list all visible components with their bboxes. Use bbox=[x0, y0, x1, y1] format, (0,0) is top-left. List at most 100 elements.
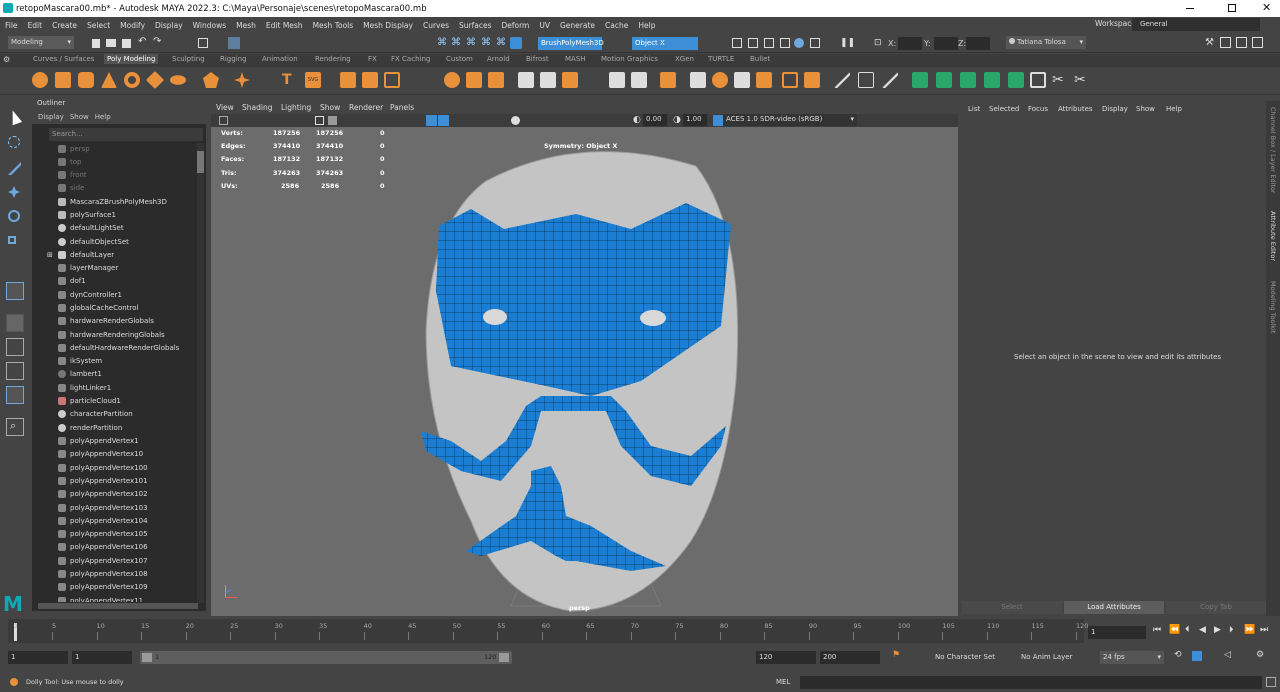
uv-layout-icon[interactable] bbox=[1030, 72, 1046, 88]
attribute-editor-icon[interactable] bbox=[1220, 37, 1231, 48]
open-scene-icon[interactable] bbox=[106, 39, 116, 47]
side-tab-attribute-editor[interactable]: Attribute Editor bbox=[1269, 211, 1277, 271]
snap-curve-icon[interactable]: ⌘ bbox=[451, 37, 461, 48]
move-tool-icon[interactable] bbox=[8, 186, 20, 198]
paint-select-tool-icon[interactable] bbox=[8, 162, 21, 175]
svg-tool-icon[interactable]: SVG bbox=[305, 72, 321, 88]
menu-cache[interactable]: Cache bbox=[605, 21, 628, 30]
outliner-item[interactable]: polyAppendVertex101 bbox=[32, 474, 194, 487]
shelf-tab-curves-surfaces[interactable]: Curves / Surfaces bbox=[33, 55, 94, 63]
outliner-item[interactable]: polyAppendVertex106 bbox=[32, 540, 194, 553]
new-scene-icon[interactable] bbox=[92, 39, 100, 48]
select-hierarchy-icon[interactable] bbox=[198, 38, 208, 48]
anim-prefs-icon[interactable]: ⚙ bbox=[1256, 650, 1264, 660]
attr-menu-attributes[interactable]: Attributes bbox=[1058, 105, 1093, 113]
collapse-icon[interactable] bbox=[756, 72, 772, 88]
extrude-icon[interactable] bbox=[609, 72, 625, 88]
menu-surfaces[interactable]: Surfaces bbox=[459, 21, 491, 30]
outliner-item[interactable]: hardwareRenderGlobals bbox=[32, 314, 194, 327]
menu-create[interactable]: Create bbox=[52, 21, 77, 30]
snap-surface-icon[interactable]: ⌘ bbox=[496, 37, 506, 48]
character-set-dropdown[interactable]: No Character Set bbox=[932, 651, 1002, 664]
quad-draw-icon[interactable] bbox=[734, 72, 750, 88]
start-time-field[interactable]: 1 bbox=[8, 651, 68, 664]
menu-edit[interactable]: Edit bbox=[28, 21, 43, 30]
exposure-icon[interactable]: ◐ bbox=[633, 115, 641, 125]
go-to-start-icon[interactable]: ⏮ bbox=[1153, 625, 1161, 635]
render-frame-icon[interactable] bbox=[732, 38, 742, 48]
shelf-tab-motion-graphics[interactable]: Motion Graphics bbox=[601, 55, 658, 63]
menu-display[interactable]: Display bbox=[155, 21, 183, 30]
outliner-item[interactable]: defaultLightSet bbox=[32, 221, 194, 234]
snap-grid-icon[interactable]: ⌘ bbox=[437, 37, 447, 48]
time-slider[interactable]: 1 5 10 15 20 25 30 35 40 45 50 55 60 65 70 75 80 85 90 95 1… bbox=[0, 619, 1280, 645]
go-to-end-icon[interactable]: ⏭ bbox=[1260, 625, 1268, 635]
x-field[interactable] bbox=[898, 37, 922, 50]
render-settings-icon[interactable] bbox=[764, 38, 774, 48]
step-forward-frame-icon[interactable]: ⏵ bbox=[1229, 625, 1234, 635]
viewport-menu-renderer[interactable]: Renderer bbox=[349, 103, 383, 112]
outliner-item[interactable]: polyAppendVertex102 bbox=[32, 487, 194, 500]
select-object-icon[interactable] bbox=[228, 37, 240, 49]
transform-mode-icon[interactable]: ⊡ bbox=[874, 38, 882, 48]
outliner-item[interactable]: renderPartition bbox=[32, 421, 194, 434]
multi-cut-icon[interactable] bbox=[690, 72, 706, 88]
insert-edge-loop-icon[interactable] bbox=[660, 72, 676, 88]
viewport-menu-view[interactable]: View bbox=[216, 103, 234, 112]
outliner-item[interactable]: hardwareRenderingGlobals bbox=[32, 328, 194, 341]
maximize-button[interactable] bbox=[1228, 4, 1236, 12]
redo-icon[interactable]: ↷ bbox=[153, 36, 161, 47]
fill-hole-icon[interactable] bbox=[562, 72, 578, 88]
script-editor-icon[interactable] bbox=[1266, 677, 1276, 687]
viewport-menu-show[interactable]: Show bbox=[320, 103, 340, 112]
arnold-render-icon[interactable] bbox=[810, 38, 820, 48]
outliner-item[interactable]: side bbox=[32, 181, 194, 194]
menu-generate[interactable]: Generate bbox=[560, 21, 595, 30]
make-live-icon[interactable] bbox=[510, 37, 522, 49]
viewport-menu-shading[interactable]: Shading bbox=[242, 103, 272, 112]
search-icon[interactable]: ⌕ bbox=[6, 418, 24, 436]
snap-view-icon[interactable]: ⌘ bbox=[481, 37, 491, 48]
uv-auto-icon[interactable] bbox=[984, 72, 1000, 88]
shelf-tab-fx[interactable]: FX bbox=[368, 55, 377, 63]
outliner-item[interactable]: MascaraZBrushPolyMesh3D bbox=[32, 195, 194, 208]
colorspace-dropdown[interactable]: ACES 1.0 SDR-video (sRGB) ▾ bbox=[723, 114, 857, 126]
outliner-item[interactable]: polyAppendVertex108 bbox=[32, 567, 194, 580]
minimize-button[interactable] bbox=[1186, 8, 1194, 9]
outliner-item[interactable]: lightLinker1 bbox=[32, 381, 194, 394]
snap-point-icon[interactable]: ⌘ bbox=[466, 37, 476, 48]
mirror-icon[interactable] bbox=[488, 72, 504, 88]
channel-box-icon[interactable] bbox=[1252, 37, 1263, 48]
attr-menu-list[interactable]: List bbox=[968, 105, 980, 113]
shelf-tab-xgen[interactable]: XGen bbox=[675, 55, 694, 63]
outliner-scrollbar[interactable] bbox=[197, 143, 204, 603]
anim-end-field[interactable]: 200 bbox=[820, 651, 880, 664]
outliner-item[interactable]: characterPartition bbox=[32, 407, 194, 420]
current-frame-field[interactable]: 1 bbox=[1088, 626, 1146, 639]
shelf-tab-mash[interactable]: MASH bbox=[565, 55, 586, 63]
outliner-item[interactable]: defaultObjectSet bbox=[32, 235, 194, 248]
shelf-tab-poly-modeling[interactable]: Poly Modeling bbox=[104, 54, 159, 64]
shelf-gear-icon[interactable]: ⚙ bbox=[3, 55, 10, 64]
tool-settings-icon[interactable] bbox=[1236, 37, 1247, 48]
type-tool-icon[interactable]: T bbox=[282, 72, 298, 88]
render-ipr-icon[interactable] bbox=[748, 38, 758, 48]
scale-tool-icon[interactable] bbox=[8, 236, 16, 244]
close-button[interactable]: ✕ bbox=[1262, 1, 1271, 14]
range-start-handle[interactable] bbox=[142, 653, 152, 662]
menu-edit-mesh[interactable]: Edit Mesh bbox=[266, 21, 303, 30]
attr-menu-selected[interactable]: Selected bbox=[989, 105, 1019, 113]
smooth-icon[interactable] bbox=[384, 72, 400, 88]
command-line-input[interactable] bbox=[800, 676, 1262, 689]
shelf-tab-rigging[interactable]: Rigging bbox=[220, 55, 247, 63]
uv-sew-icon[interactable]: ✂ bbox=[1074, 72, 1090, 88]
soft-select-icon[interactable] bbox=[858, 72, 874, 88]
menu-mesh[interactable]: Mesh bbox=[236, 21, 256, 30]
poly-disc-icon[interactable] bbox=[170, 75, 186, 85]
menu-curves[interactable]: Curves bbox=[423, 21, 449, 30]
outliner-item[interactable]: polyAppendVertex109 bbox=[32, 580, 194, 593]
outliner-panel-icon[interactable] bbox=[6, 386, 24, 404]
xray-icon[interactable] bbox=[438, 115, 449, 126]
bevel-icon[interactable] bbox=[631, 72, 647, 88]
scrollbar-thumb[interactable] bbox=[197, 151, 204, 173]
